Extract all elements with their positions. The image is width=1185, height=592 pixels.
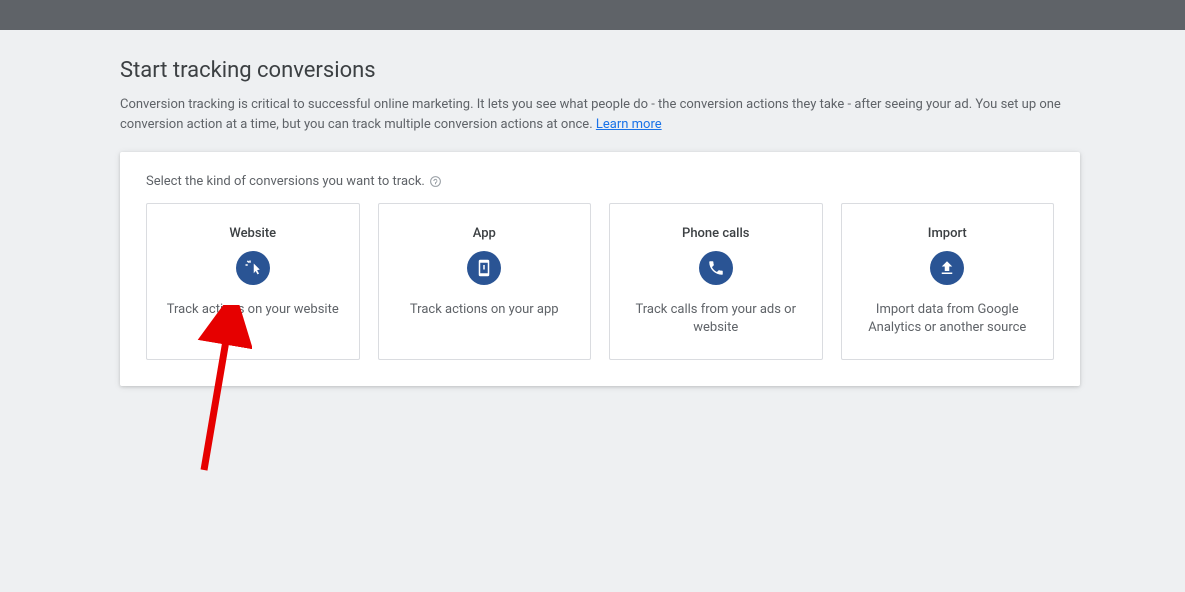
conversion-options-row: Website Track actions on your website Ap… xyxy=(146,203,1054,360)
option-phone-calls[interactable]: Phone calls Track calls from your ads or… xyxy=(609,203,823,360)
option-website[interactable]: Website Track actions on your website xyxy=(146,203,360,360)
select-kind-text: Select the kind of conversions you want … xyxy=(146,174,425,189)
option-import[interactable]: Import Import data from Google Analytics… xyxy=(841,203,1055,360)
option-title: App xyxy=(473,226,496,241)
upload-icon xyxy=(930,251,964,285)
option-desc: Track actions on your app xyxy=(410,301,559,319)
learn-more-link[interactable]: Learn more xyxy=(596,117,662,132)
cursor-click-icon xyxy=(236,251,270,285)
option-title: Phone calls xyxy=(682,226,749,241)
main-content: Start tracking conversions Conversion tr… xyxy=(120,30,1080,386)
help-icon[interactable] xyxy=(429,175,442,188)
page-description: Conversion tracking is critical to succe… xyxy=(120,95,1080,134)
smartphone-icon xyxy=(467,251,501,285)
phone-icon xyxy=(699,251,733,285)
conversion-card: Select the kind of conversions you want … xyxy=(120,152,1080,386)
description-text: Conversion tracking is critical to succe… xyxy=(120,97,1061,132)
option-title: Import xyxy=(928,226,967,241)
select-kind-label: Select the kind of conversions you want … xyxy=(146,174,1054,189)
option-desc: Track actions on your website xyxy=(167,301,339,319)
page-title: Start tracking conversions xyxy=(120,58,1080,83)
option-desc: Track calls from your ads or website xyxy=(624,301,808,337)
top-header-bar xyxy=(0,0,1185,30)
option-app[interactable]: App Track actions on your app xyxy=(378,203,592,360)
option-desc: Import data from Google Analytics or ano… xyxy=(856,301,1040,337)
option-title: Website xyxy=(229,226,276,241)
